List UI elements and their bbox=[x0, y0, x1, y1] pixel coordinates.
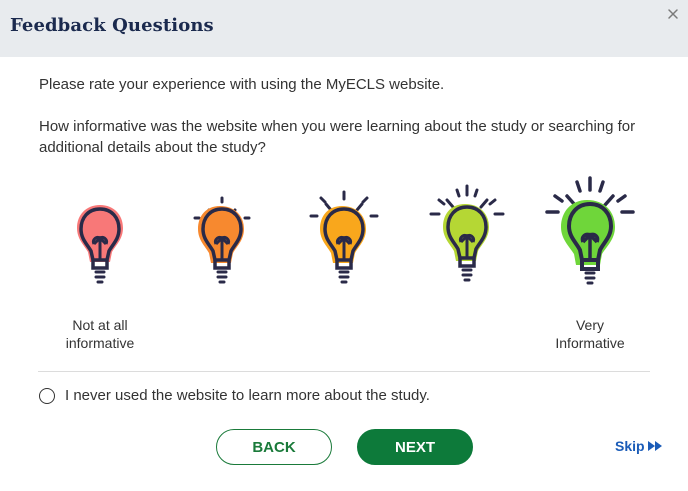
lightbulb-icon bbox=[77, 205, 123, 284]
rating-2-button[interactable] bbox=[187, 194, 257, 294]
lightbulb-icon bbox=[429, 184, 505, 282]
dialog-title: Feedback Questions bbox=[10, 15, 214, 36]
scale-low-label: Not at all informative bbox=[65, 317, 135, 351]
intro-text: Please rate your experience with using t… bbox=[39, 76, 445, 93]
rating-5-button[interactable] bbox=[545, 176, 635, 296]
never-used-label: I never used the website to learn more a… bbox=[65, 387, 430, 404]
skip-link[interactable]: Skip bbox=[615, 438, 662, 454]
never-used-radio[interactable] bbox=[39, 387, 55, 404]
feedback-dialog: Feedback Questions Please rate your expe… bbox=[0, 0, 688, 491]
lightbulb-icon bbox=[545, 176, 635, 285]
never-used-option[interactable]: I never used the website to learn more a… bbox=[39, 387, 430, 404]
rating-1-button[interactable] bbox=[70, 200, 130, 295]
question-text: How informative was the website when you… bbox=[39, 118, 636, 156]
scale-high-label: Very Informative bbox=[555, 317, 625, 351]
rating-4-button[interactable] bbox=[427, 184, 507, 294]
skip-label: Skip bbox=[615, 438, 645, 454]
lightbulb-icon bbox=[193, 196, 251, 284]
next-button[interactable]: NEXT bbox=[357, 429, 473, 465]
dialog-header: Feedback Questions bbox=[0, 0, 688, 57]
back-button[interactable]: BACK bbox=[216, 429, 332, 465]
divider bbox=[38, 371, 650, 372]
close-icon[interactable] bbox=[666, 7, 680, 21]
fast-forward-icon bbox=[647, 441, 662, 451]
rating-3-button[interactable] bbox=[306, 190, 382, 294]
lightbulb-icon bbox=[309, 190, 379, 284]
